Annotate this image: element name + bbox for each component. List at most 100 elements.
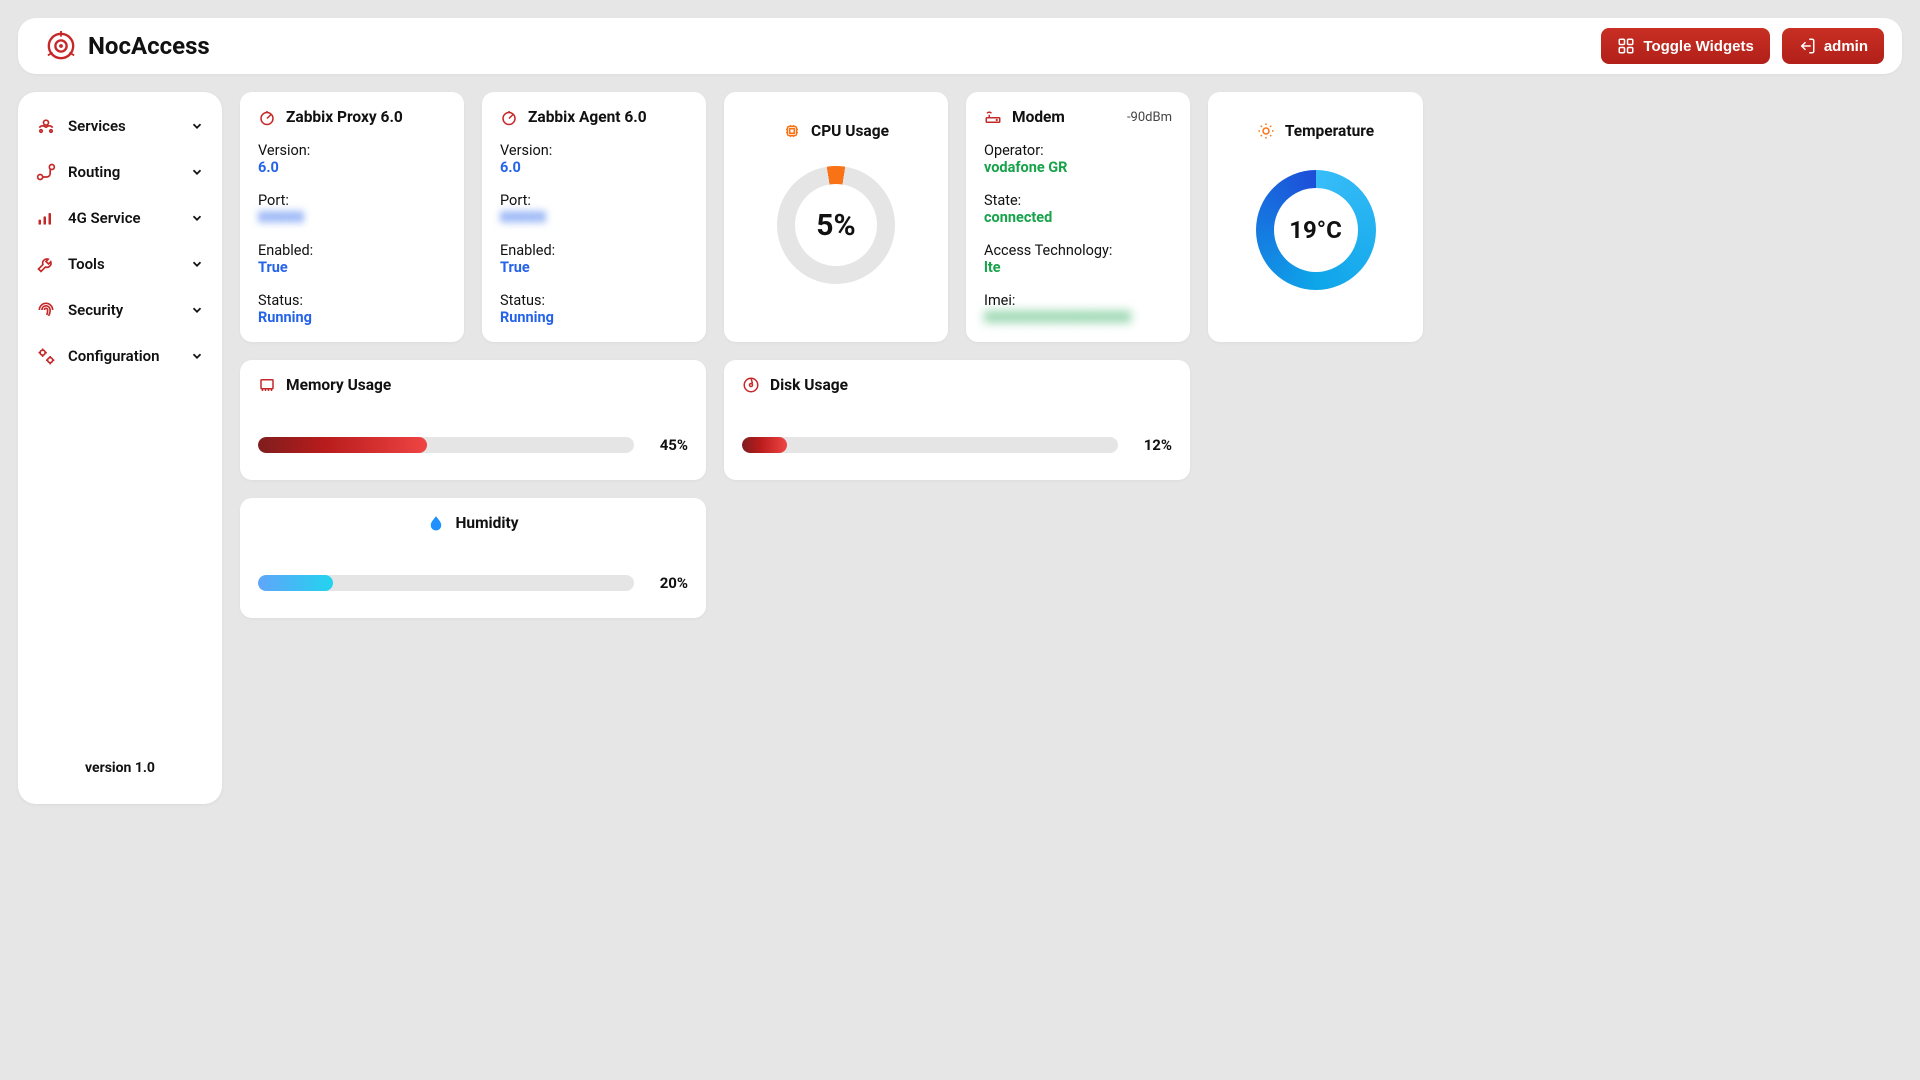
chevron-down-icon (190, 257, 204, 271)
card-title-text: Zabbix Agent 6.0 (528, 108, 647, 126)
cpu-donut-chart: 5% (777, 166, 895, 284)
widgets-icon (1617, 37, 1635, 55)
value: Running (500, 309, 688, 326)
cpu-usage-card: CPU Usage 5% (724, 92, 948, 342)
card-title-text: Modem (1012, 108, 1065, 126)
disk-icon (742, 376, 760, 394)
chevron-down-icon (190, 303, 204, 317)
temperature-value: 19°C (1256, 170, 1376, 290)
sidebar-item-services[interactable]: Services (36, 116, 204, 136)
sidebar-item-label: Services (68, 117, 126, 135)
sidebar-item-label: Routing (68, 163, 120, 181)
value: 6.0 (258, 159, 446, 176)
sidebar-item-4g[interactable]: 4G Service (36, 208, 204, 228)
label: Imei: (984, 292, 1172, 309)
gears-icon (36, 346, 56, 366)
card-title-text: Memory Usage (286, 376, 391, 394)
value: lte (984, 259, 1172, 276)
label: Version: (258, 142, 446, 159)
disk-progress-fill (742, 437, 787, 453)
value: Running (258, 309, 446, 326)
card-title-text: Temperature (1285, 122, 1374, 140)
sidebar: Services Routing (18, 92, 222, 804)
gauge-icon (258, 108, 276, 126)
sidebar-item-configuration[interactable]: Configuration (36, 346, 204, 366)
value: connected (984, 209, 1172, 226)
label: Access Technology: (984, 242, 1172, 259)
routing-icon (36, 162, 56, 182)
label: Status: (258, 292, 446, 309)
temperature-donut-chart: 19°C (1256, 170, 1376, 290)
header-bar: NocAccess Toggle Widgets admin (18, 18, 1902, 74)
disk-percent: 12% (1132, 436, 1172, 454)
label: Enabled: (258, 242, 446, 259)
modem-card: Modem -90dBm Operator:vodafone GR State:… (966, 92, 1190, 342)
value-masked: XXXXXXXXXXXXXXXX (984, 309, 1131, 326)
router-icon (984, 108, 1002, 126)
memory-icon (258, 376, 276, 394)
value: 6.0 (500, 159, 688, 176)
sidebar-nav: Services Routing (36, 116, 204, 760)
user-button[interactable]: admin (1782, 28, 1884, 64)
logo-icon (46, 31, 76, 61)
card-title-text: Humidity (455, 514, 518, 532)
zabbix-proxy-card: Zabbix Proxy 6.0 Version:6.0 Port:XXXXX … (240, 92, 464, 342)
dash-row-2: Memory Usage 45% Disk Usage 12% (240, 360, 1902, 480)
signal-icon (36, 208, 56, 228)
value: True (500, 259, 688, 276)
temperature-card: Temperature 19°C (1208, 92, 1423, 342)
toggle-widgets-button[interactable]: Toggle Widgets (1601, 28, 1769, 64)
chevron-down-icon (190, 211, 204, 225)
sidebar-item-label: 4G Service (68, 209, 141, 227)
memory-progress-fill (258, 437, 427, 453)
sidebar-item-tools[interactable]: Tools (36, 254, 204, 274)
sidebar-item-label: Tools (68, 255, 105, 273)
logout-icon (1798, 37, 1816, 55)
dash-row-1: Zabbix Proxy 6.0 Version:6.0 Port:XXXXX … (240, 92, 1902, 342)
main: Services Routing (18, 92, 1902, 804)
brand-title: NocAccess (88, 32, 210, 60)
humidity-percent: 20% (648, 574, 688, 592)
sun-icon (1257, 122, 1275, 140)
label: State: (984, 192, 1172, 209)
cpu-value: 5% (777, 166, 895, 284)
memory-usage-card: Memory Usage 45% (240, 360, 706, 480)
card-title-text: CPU Usage (811, 122, 889, 140)
sidebar-item-routing[interactable]: Routing (36, 162, 204, 182)
value-masked: XXXXX (500, 209, 546, 226)
chevron-down-icon (190, 349, 204, 363)
toggle-widgets-label: Toggle Widgets (1643, 38, 1753, 55)
gauge-icon (500, 108, 518, 126)
sidebar-item-security[interactable]: Security (36, 300, 204, 320)
user-label: admin (1824, 38, 1868, 55)
card-title-text: Zabbix Proxy 6.0 (286, 108, 403, 126)
humidity-progress-bar (258, 575, 634, 591)
label: Port: (258, 192, 446, 209)
label: Version: (500, 142, 688, 159)
memory-percent: 45% (648, 436, 688, 454)
label: Port: (500, 192, 688, 209)
cpu-icon (783, 122, 801, 140)
services-icon (36, 116, 56, 136)
humidity-card: Humidity 20% (240, 498, 706, 618)
fingerprint-icon (36, 300, 56, 320)
value: vodafone GR (984, 159, 1172, 176)
value-masked: XXXXX (258, 209, 304, 226)
label: Status: (500, 292, 688, 309)
chevron-down-icon (190, 165, 204, 179)
sidebar-item-label: Security (68, 301, 123, 319)
memory-progress-bar (258, 437, 634, 453)
label: Enabled: (500, 242, 688, 259)
zabbix-agent-card: Zabbix Agent 6.0 Version:6.0 Port:XXXXX … (482, 92, 706, 342)
card-title-text: Disk Usage (770, 376, 848, 394)
dash-row-3: Humidity 20% (240, 498, 1902, 618)
brand: NocAccess (46, 31, 210, 61)
value: True (258, 259, 446, 276)
header-actions: Toggle Widgets admin (1601, 28, 1884, 64)
sidebar-version: version 1.0 (36, 760, 204, 780)
modem-signal: -90dBm (1127, 110, 1172, 125)
chevron-down-icon (190, 119, 204, 133)
label: Operator: (984, 142, 1172, 159)
wrench-icon (36, 254, 56, 274)
disk-usage-card: Disk Usage 12% (724, 360, 1190, 480)
